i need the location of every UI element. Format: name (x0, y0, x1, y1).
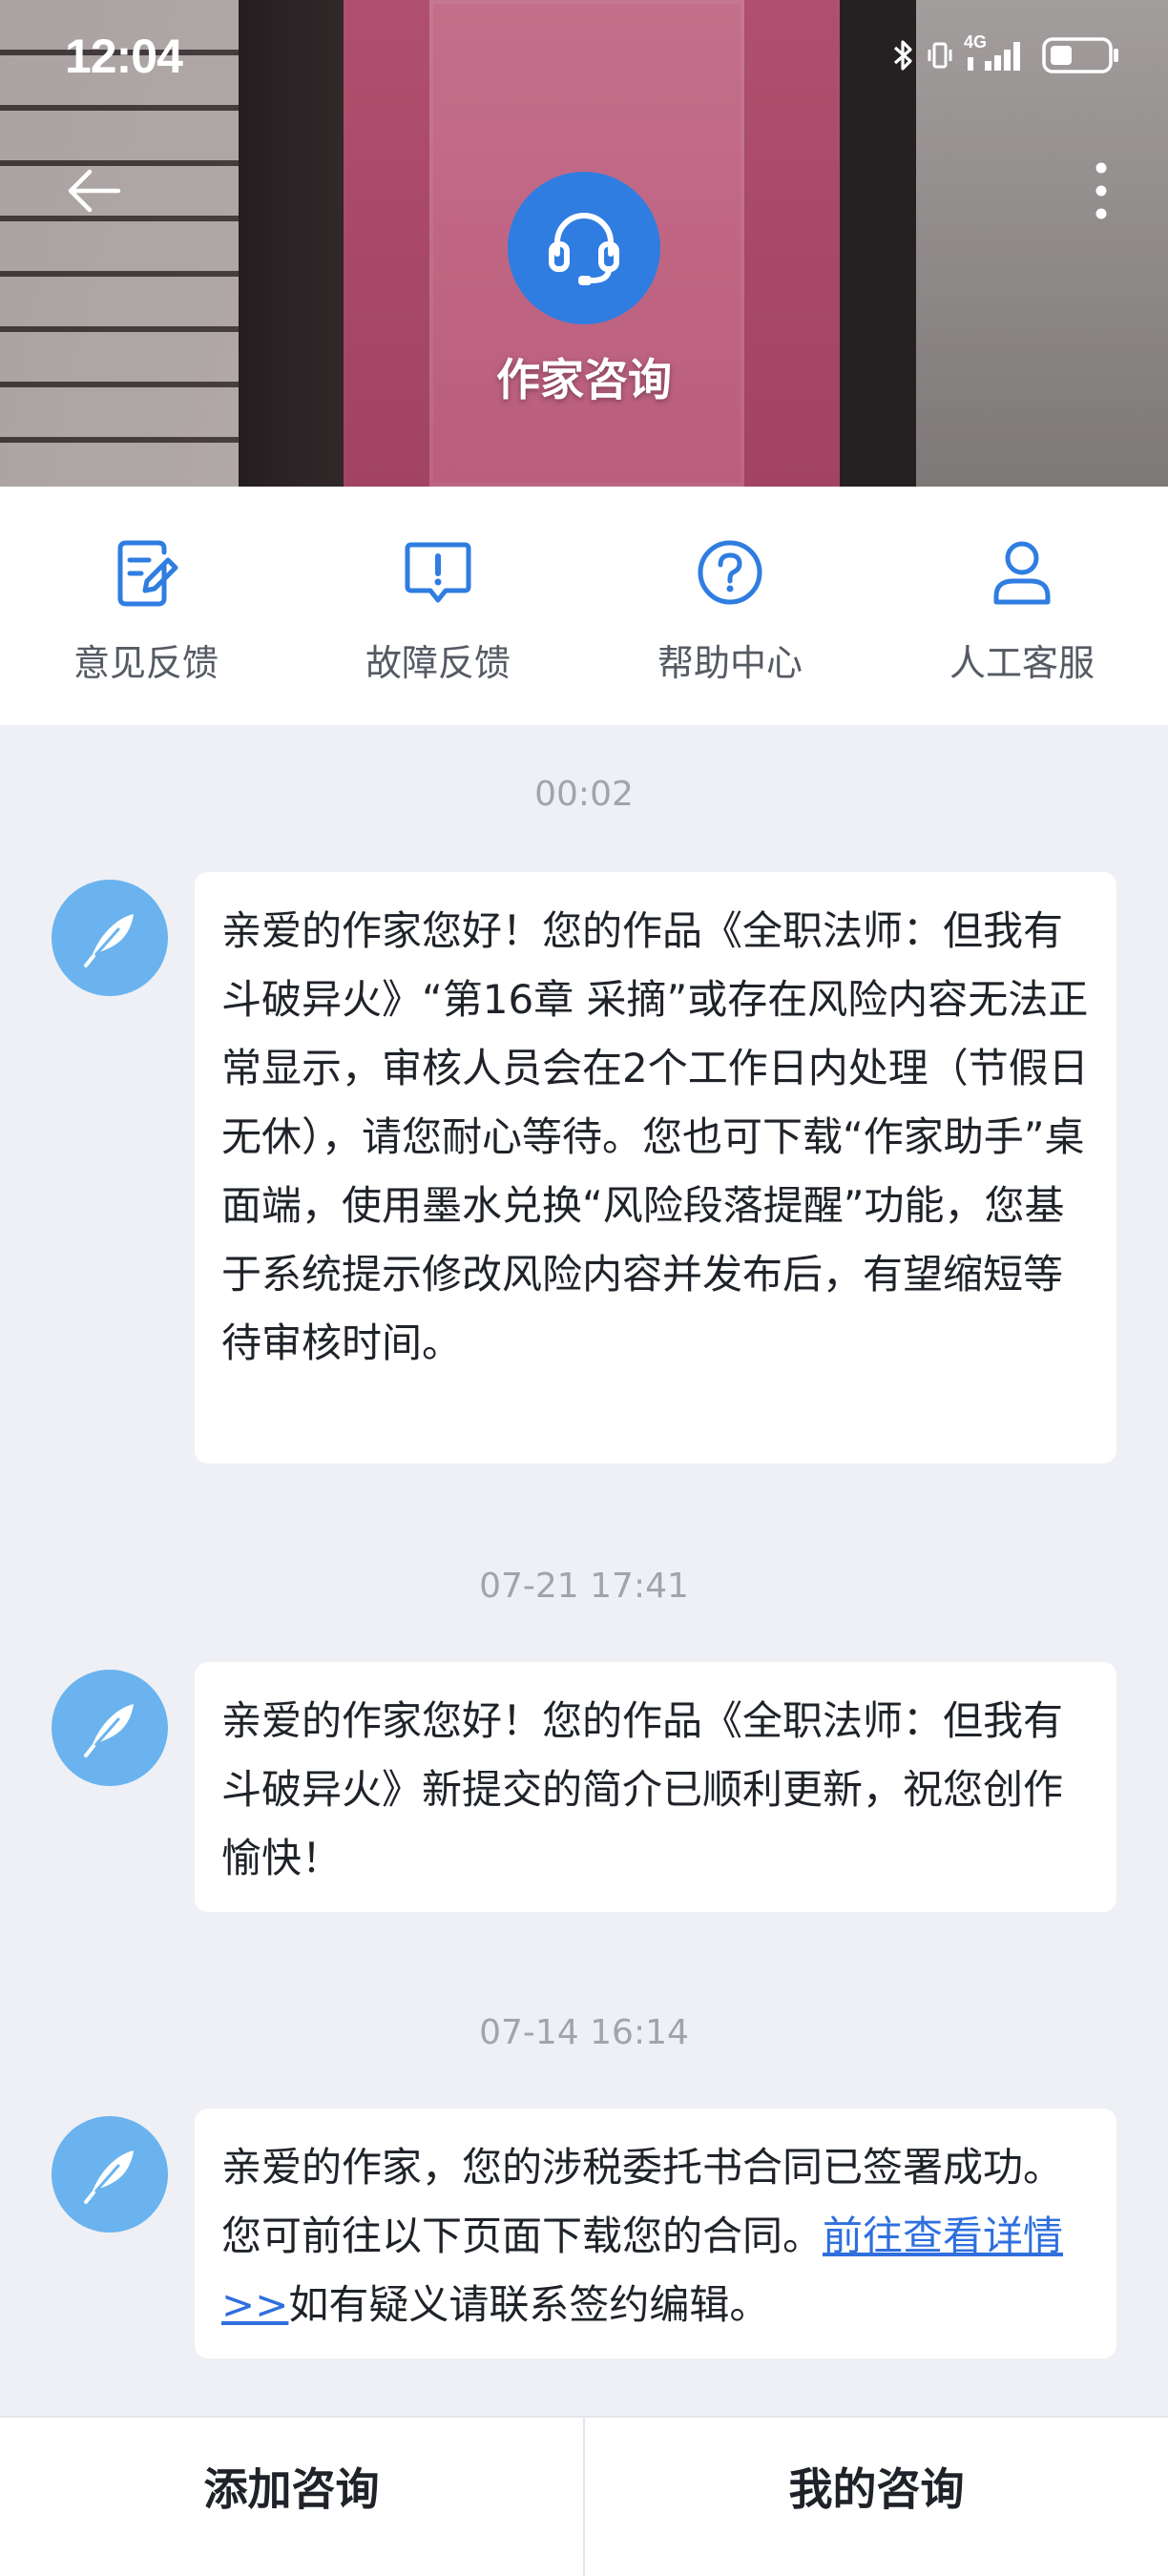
status-time: 12:04 (65, 30, 183, 83)
status-icons: 4G (891, 32, 1120, 74)
sender-avatar (52, 880, 168, 996)
battery-icon (1042, 37, 1118, 73)
more-button[interactable] (1073, 153, 1130, 229)
support-avatar (508, 172, 660, 324)
message-text: 亲爱的作家您好！您的作品《全职法师：但我有斗破异火》“第16章 采摘”或存在风险… (221, 907, 1089, 1366)
arrow-left-icon (68, 169, 121, 213)
quick-action-label: 帮助中心 (657, 642, 803, 684)
quick-action-label: 人工客服 (949, 642, 1095, 684)
bluetooth-icon (893, 40, 912, 71)
quick-action-label: 意见反馈 (73, 642, 219, 684)
signal-icon: 4G (964, 32, 1031, 74)
page-title: 作家咨询 (496, 354, 672, 405)
quick-action-opinion-feedback[interactable]: 意见反馈 (0, 487, 292, 725)
message-timestamp: 00:02 (534, 775, 634, 814)
message-bubble: 亲爱的作家您好！您的作品《全职法师：但我有斗破异火》新提交的简介已顺利更新，祝您… (195, 1662, 1116, 1912)
message-bubble: 亲爱的作家您好！您的作品《全职法师：但我有斗破异火》“第16章 采摘”或存在风险… (195, 872, 1116, 1464)
message-text: 亲爱的作家您好！您的作品《全职法师：但我有斗破异火》新提交的简介已顺利更新，祝您… (221, 1697, 1064, 1881)
message-timestamp: 07-21 17:41 (479, 1567, 689, 1606)
bottom-bar: 添加咨询 我的咨询 (0, 2416, 1168, 2576)
quick-action-human-service[interactable]: 人工客服 (876, 487, 1168, 725)
feather-icon (84, 2150, 134, 2204)
person-icon (984, 534, 1060, 611)
back-button[interactable] (55, 153, 132, 229)
vibrate-icon (928, 42, 952, 69)
my-consultations-button[interactable]: 我的咨询 (585, 2418, 1168, 2576)
feedback-edit-icon (108, 534, 184, 611)
message-bubble: 亲爱的作家，您的涉税委托书合同已签署成功。您可前往以下页面下载您的合同。前往查看… (195, 2109, 1116, 2358)
message-text: 如有疑义请联系签约编辑。 (288, 2281, 770, 2328)
header-banner: 12:04 4G 作家咨询 (0, 0, 1168, 487)
message-timestamp: 07-14 16:14 (479, 2013, 689, 2052)
sender-avatar (52, 1670, 168, 1786)
sender-avatar (52, 2116, 168, 2233)
help-question-icon (692, 534, 768, 611)
feather-icon (84, 1704, 134, 1757)
headset-icon (549, 213, 619, 285)
feather-icon (84, 914, 134, 967)
quick-actions: 意见反馈 故障反馈 帮助中心 人工客服 (0, 487, 1168, 725)
more-vertical-icon (1095, 162, 1107, 219)
quick-action-help-center[interactable]: 帮助中心 (584, 487, 876, 725)
add-consultation-button[interactable]: 添加咨询 (0, 2418, 583, 2576)
quick-action-fault-feedback[interactable]: 故障反馈 (292, 487, 584, 725)
quick-action-label: 故障反馈 (365, 642, 511, 684)
fault-report-icon (400, 534, 476, 611)
